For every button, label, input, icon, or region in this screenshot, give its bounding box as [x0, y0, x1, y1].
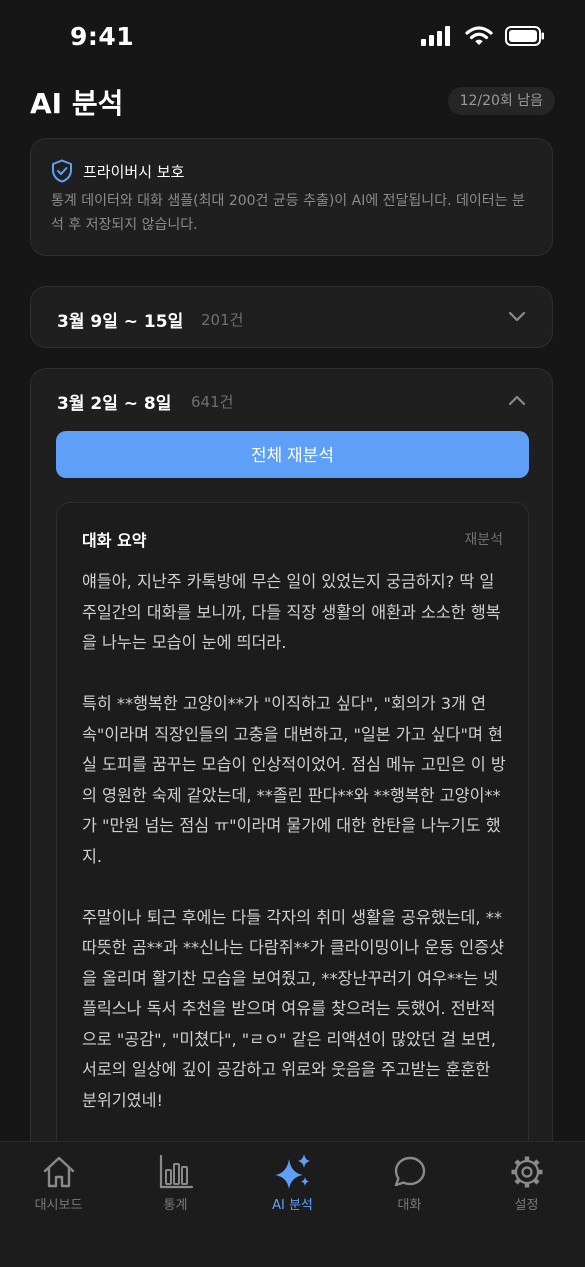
battery-icon	[505, 26, 544, 46]
week-range: 3월 2일 ~ 8일	[57, 394, 172, 414]
header: AI 분석 12/20회 남음	[30, 82, 555, 122]
sparkles-icon	[274, 1154, 310, 1189]
page-title: AI 분석	[30, 87, 124, 120]
summary-paragraph: 얘들아, 지난주 카톡방에 무슨 일이 있었는지 궁금하지? 딱 일주일간의 대…	[82, 572, 501, 652]
bar-chart-icon	[159, 1154, 193, 1189]
summary-title: 대화 요약	[82, 531, 147, 550]
tab-ai-analysis[interactable]: AI 분석	[234, 1154, 351, 1213]
summary-paragraph: 특히 **행복한 고양이**가 "이직하고 싶다", "회의가 3개 연속"이라…	[82, 694, 506, 866]
week-range: 3월 9일 ~ 15일	[57, 312, 184, 332]
tab-dashboard[interactable]: 대시보드	[0, 1154, 117, 1213]
quota-badge: 12/20회 남음	[447, 87, 555, 115]
week-count: 641건	[191, 393, 234, 411]
privacy-notice-card: 프라이버시 보호 통계 데이터와 대화 샘플(최대 200건 균등 추출)이 A…	[30, 138, 553, 256]
status-icons	[421, 26, 545, 46]
tab-label: 대화	[397, 1198, 422, 1213]
week-count: 201건	[201, 311, 244, 329]
tab-bar: 대시보드 통계 AI 분석 대화 설정	[0, 1141, 585, 1267]
status-bar: 9:41	[0, 0, 585, 78]
tab-chat[interactable]: 대화	[351, 1154, 468, 1213]
summary-reanalyze-link[interactable]: 재분석	[464, 529, 503, 549]
tab-settings[interactable]: 설정	[468, 1154, 585, 1213]
shield-check-icon	[52, 159, 72, 183]
wifi-icon	[465, 26, 493, 45]
week-card-expanded: 3월 2일 ~ 8일 641건 전체 재분석 대화 요약 재분석 얘들아, 지난…	[30, 368, 553, 1182]
tab-label: 설정	[514, 1198, 539, 1213]
gear-icon	[511, 1156, 542, 1188]
tab-label: AI 분석	[272, 1198, 313, 1213]
summary-card: 대화 요약 재분석 얘들아, 지난주 카톡방에 무슨 일이 있었는지 궁금하지?…	[56, 502, 529, 1182]
cellular-signal-icon	[421, 26, 450, 46]
chat-bubble-icon	[394, 1156, 425, 1187]
tab-statistics[interactable]: 통계	[117, 1154, 234, 1213]
privacy-title-row: 프라이버시 보호	[51, 159, 184, 183]
chevron-down-icon[interactable]	[508, 311, 526, 323]
status-time: 9:41	[70, 22, 135, 51]
privacy-description: 통계 데이터와 대화 샘플(최대 200건 균등 추출)이 AI에 전달됩니다.…	[51, 193, 525, 233]
reanalyze-all-button[interactable]: 전체 재분석	[56, 431, 529, 478]
tab-label: 대시보드	[34, 1198, 83, 1213]
summary-paragraph: 주말이나 퇴근 후에는 다들 각자의 취미 생활을 공유했는데, **따뜻한 곰…	[82, 907, 504, 1110]
summary-body: 얘들아, 지난주 카톡방에 무슨 일이 있었는지 궁금하지? 딱 일주일간의 대…	[82, 567, 506, 1147]
week-card-collapsed[interactable]: 3월 9일 ~ 15일 201건	[30, 286, 553, 348]
chevron-up-icon[interactable]	[508, 394, 526, 406]
privacy-title: 프라이버시 보호	[83, 162, 185, 181]
home-icon	[43, 1156, 74, 1188]
tab-label: 통계	[163, 1198, 188, 1213]
